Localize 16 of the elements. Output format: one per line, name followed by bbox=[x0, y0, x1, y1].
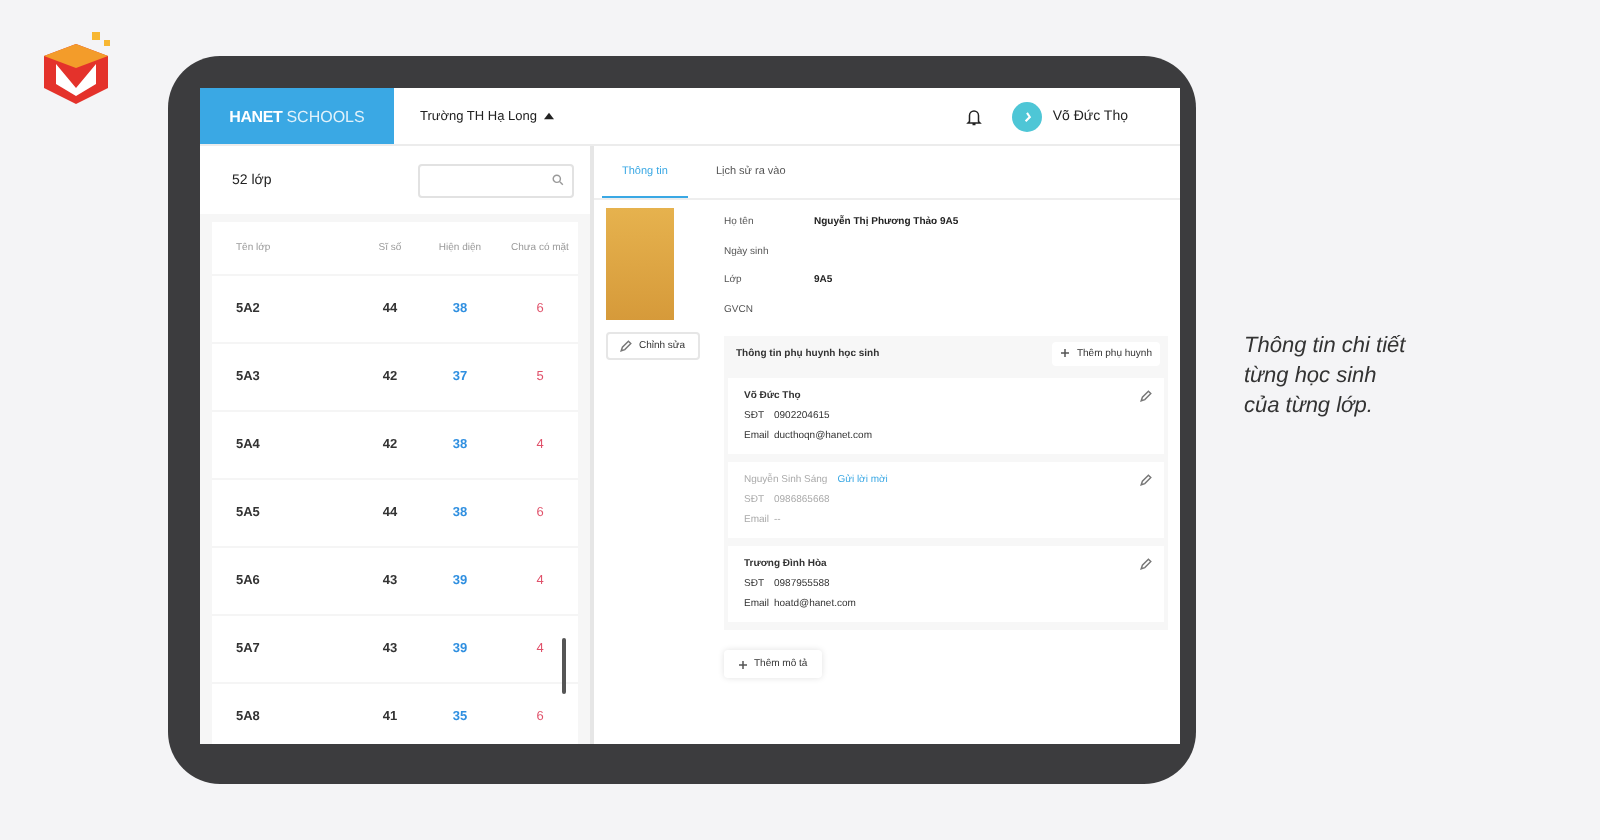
pencil-icon[interactable] bbox=[1140, 558, 1152, 570]
pencil-icon[interactable] bbox=[1140, 474, 1152, 486]
pencil-icon[interactable] bbox=[620, 340, 633, 352]
scrollbar[interactable] bbox=[562, 638, 566, 694]
caption-text: từng học sinh bbox=[1244, 362, 1379, 392]
caption-text: của từng lớp. bbox=[1244, 392, 1375, 422]
photo-placeholder bbox=[606, 208, 674, 320]
hanet-schools-logo: HANET SCHOOLS bbox=[200, 88, 394, 144]
search-field[interactable] bbox=[418, 163, 574, 197]
caption-text: Thông tin chi tiết bbox=[1244, 332, 1406, 362]
plus-icon bbox=[1060, 348, 1071, 358]
plus-icon bbox=[738, 659, 748, 669]
pencil-icon[interactable] bbox=[1140, 390, 1152, 402]
bell-icon[interactable] bbox=[966, 107, 983, 125]
search-icon[interactable] bbox=[552, 174, 564, 186]
caret-icon[interactable] bbox=[544, 112, 555, 120]
